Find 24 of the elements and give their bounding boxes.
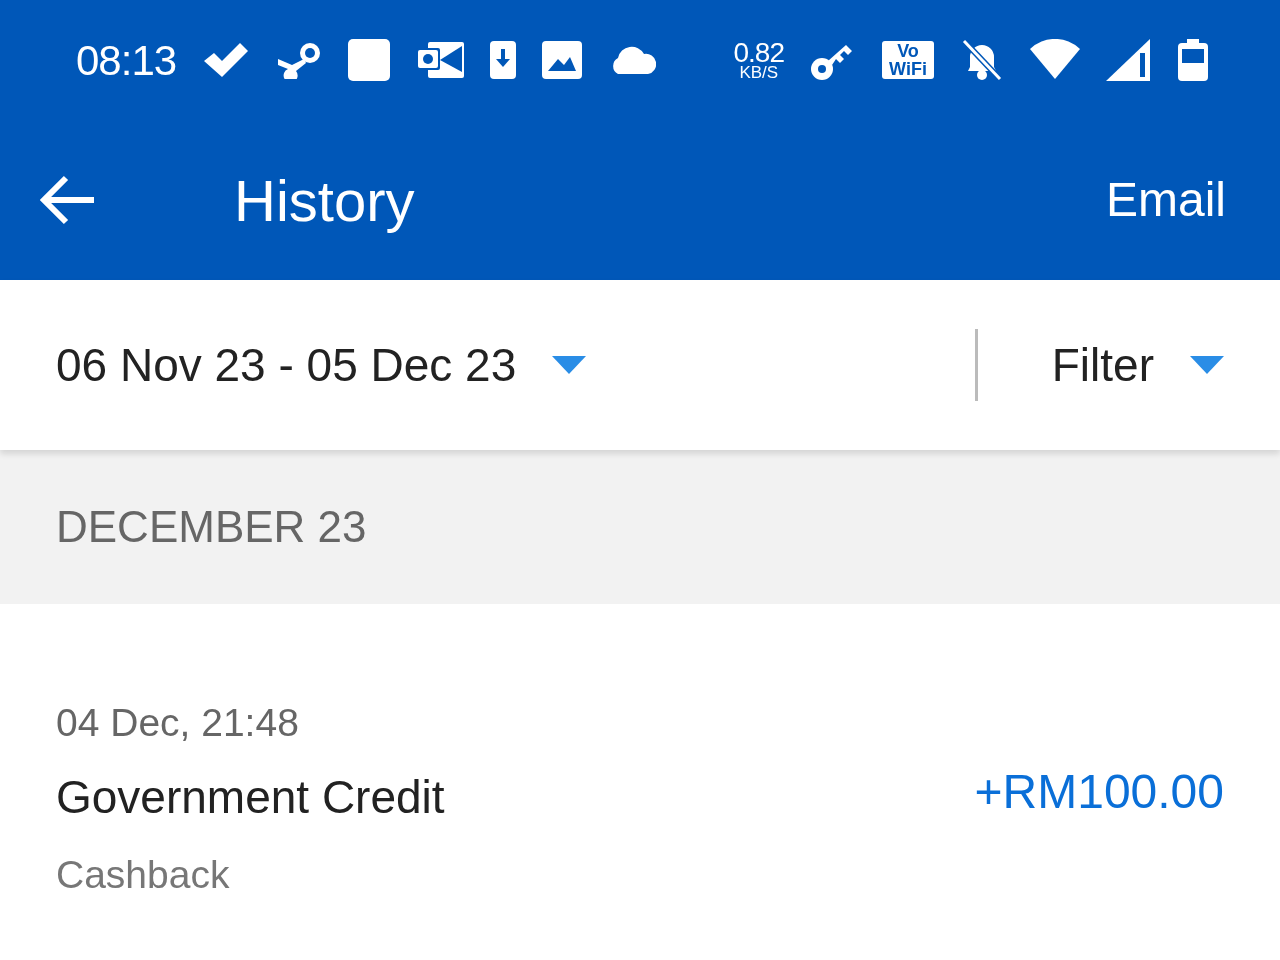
email-button[interactable]: Email <box>1105 164 1226 236</box>
transaction-type: Cashback <box>56 851 231 898</box>
filter-dropdown[interactable]: Filter <box>1051 330 1224 400</box>
clock-text: 08:13 <box>76 35 177 86</box>
caret-icon <box>552 356 587 374</box>
phone-download-icon <box>490 41 517 79</box>
transaction-title: Government Credit <box>56 769 445 825</box>
page-title: History <box>234 166 415 235</box>
transaction-item[interactable]: 04 Dec, 21:48 Government Credit +RM100.00 Cashback <box>0 604 1280 960</box>
battery-icon <box>1178 39 1208 81</box>
transaction-amount: +RM100.00 <box>974 764 1224 820</box>
checkmark-icon <box>202 41 251 79</box>
caret-icon <box>1190 356 1224 374</box>
transaction-datetime: 04 Dec, 21:48 <box>56 700 300 746</box>
date-range-dropdown[interactable]: 06 Nov 23 - 05 Dec 23 <box>56 330 587 400</box>
signal-icon <box>1106 39 1152 81</box>
square-icon <box>348 39 391 81</box>
mail-envelope-icon <box>416 42 465 78</box>
network-speed-text: 0.82 KB/S <box>733 39 784 81</box>
wifi-icon <box>1030 39 1080 81</box>
muted-bell-icon <box>960 39 1004 81</box>
section-heading: DECEMBER 23 <box>56 501 367 553</box>
vowifi-badge: Vo WiFi <box>882 41 934 79</box>
image-icon <box>542 41 583 79</box>
